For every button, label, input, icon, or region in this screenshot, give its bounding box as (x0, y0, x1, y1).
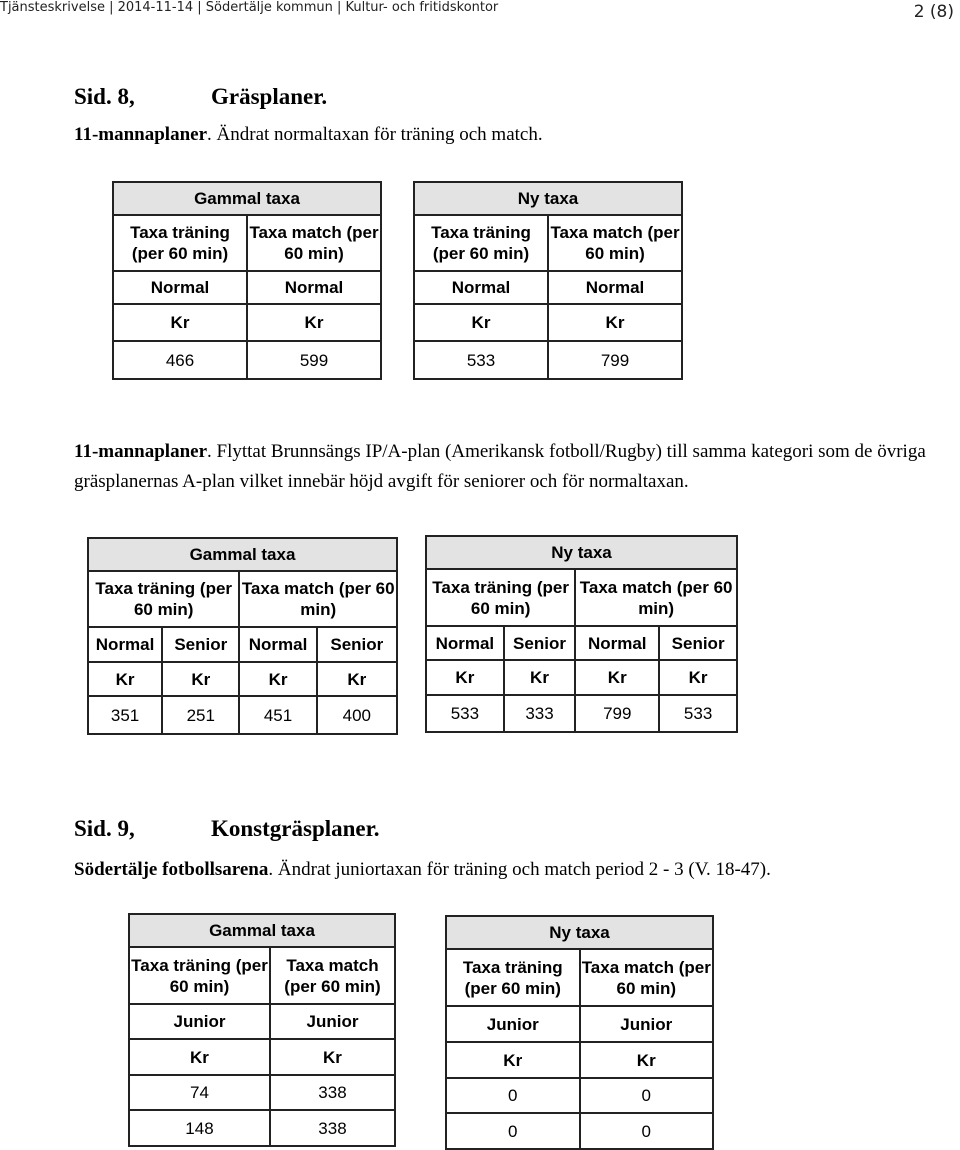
unit-cell: Kr (268, 1038, 397, 1076)
value-cell: 599 (246, 340, 382, 380)
table-s3-new: Ny taxa Taxa träning (per 60 min) Taxa ma… (445, 915, 714, 1150)
intro-bold: Södertälje fotbollsarena (74, 859, 269, 880)
unit-cell: Kr (86, 661, 164, 697)
intro-bold: 11-mannaplaner (74, 124, 208, 145)
value-cell: 466 (112, 340, 248, 380)
table-s3-old: Gammal taxa Taxa träning (per 60 min) Tax… (128, 913, 397, 1147)
section1-intro: 11-mannaplaner. Ändrat normaltaxan för t… (74, 124, 543, 146)
category-cell: Senior (502, 625, 577, 661)
value-cell: 251 (161, 695, 241, 735)
page-number: 2 (8) (913, 2, 954, 22)
unit-cell: Kr (246, 303, 382, 342)
table-title: Gammal taxa (112, 181, 382, 216)
category-cell: Junior (445, 1005, 581, 1043)
col-header: Taxa träning (per 60 min) (112, 214, 248, 272)
table-title: Ny taxa (445, 915, 714, 950)
table-title: Ny taxa (413, 181, 683, 216)
table-title: Gammal taxa (87, 537, 398, 572)
col-header: Taxa träning (per 60 min) (424, 568, 577, 627)
col-header: Taxa match (per 60 min) (268, 946, 397, 1005)
section-sid-9: Sid. 9, (74, 816, 135, 841)
table-s1-old: Gammal taxa Taxa träning (per 60 min) Tax… (112, 181, 382, 380)
col-header: Taxa träning (per 60 min) (413, 214, 549, 272)
unit-cell: Kr (574, 659, 661, 696)
value-cell: 338 (268, 1074, 397, 1111)
category-cell: Normal (86, 626, 164, 663)
table-title: Ny taxa (425, 535, 738, 570)
intro-bold: 11-mannaplaner (74, 441, 208, 462)
unit-cell: Kr (413, 303, 549, 342)
unit-cell: Kr (578, 1041, 714, 1079)
category-cell: Junior (578, 1005, 714, 1043)
col-header: Taxa träning (per 60 min) (86, 570, 241, 628)
category-cell: Senior (161, 626, 241, 663)
section-sid-8: Sid. 8, (74, 84, 135, 109)
value-cell: 74 (128, 1074, 271, 1111)
value-cell: 0 (578, 1077, 714, 1114)
value-cell: 533 (425, 694, 505, 733)
value-cell: 333 (502, 694, 577, 733)
table-s2-old: Gammal taxa Taxa träning (per 60 min) Tax… (86, 537, 399, 735)
value-cell: 0 (445, 1112, 581, 1150)
table-title: Gammal taxa (128, 913, 396, 948)
intro-text: . Ändrat juniortaxan för träning och mat… (268, 859, 771, 880)
section-title-grasplaner: Gräsplaner. (211, 84, 328, 109)
unit-cell: Kr (128, 1038, 271, 1076)
unit-cell: Kr (547, 303, 683, 342)
intro-text: . Ändrat normaltaxan för träning och mat… (207, 124, 543, 145)
unit-cell: Kr (315, 661, 399, 697)
table-s2-new: Ny taxa Taxa träning (per 60 min) Taxa ma… (424, 535, 738, 733)
col-header: Taxa match (per 60 min) (246, 214, 382, 272)
category-cell: Normal (112, 270, 248, 305)
col-header: Taxa träning (per 60 min) (445, 948, 581, 1007)
value-cell: 0 (445, 1077, 581, 1114)
category-cell: Normal (238, 626, 318, 663)
unit-cell: Kr (658, 659, 738, 696)
category-cell: Normal (547, 270, 683, 305)
col-header: Taxa match (per 60 min) (578, 948, 714, 1007)
document-header: Tjänsteskrivelse | 2014-11-14 | Södertäl… (0, 0, 499, 15)
category-cell: Junior (268, 1003, 397, 1040)
section3-intro: Södertälje fotbollsarena. Ändrat juniort… (74, 859, 771, 881)
unit-cell: Kr (425, 659, 505, 696)
category-cell: Normal (413, 270, 549, 305)
value-cell: 400 (315, 695, 399, 735)
value-cell: 533 (413, 340, 549, 380)
unit-cell: Kr (502, 659, 577, 696)
value-cell: 338 (268, 1109, 397, 1147)
category-cell: Senior (315, 626, 399, 663)
category-cell: Junior (128, 1003, 271, 1040)
category-cell: Normal (574, 625, 661, 661)
unit-cell: Kr (161, 661, 241, 697)
unit-cell: Kr (112, 303, 248, 342)
section-title-konstgrasplaner: Konstgräsplaner. (211, 816, 380, 841)
unit-cell: Kr (445, 1041, 581, 1079)
value-cell: 533 (658, 694, 738, 733)
col-header: Taxa match (per 60 min) (547, 214, 683, 272)
col-header: Taxa match (per 60 min) (238, 570, 398, 628)
value-cell: 0 (578, 1112, 714, 1150)
value-cell: 148 (128, 1109, 271, 1147)
table-s1-new: Ny taxa Taxa träning (per 60 min) Taxa ma… (413, 181, 683, 380)
value-cell: 451 (238, 695, 318, 735)
category-cell: Normal (425, 625, 505, 661)
category-cell: Senior (658, 625, 738, 661)
col-header: Taxa träning (per 60 min) (128, 946, 271, 1005)
col-header: Taxa match (per 60 min) (574, 568, 738, 627)
value-cell: 799 (547, 340, 683, 380)
value-cell: 351 (86, 695, 164, 735)
unit-cell: Kr (238, 661, 318, 697)
section2-intro: 11-mannaplaner. Flyttat Brunnsängs IP/A-… (74, 437, 944, 497)
value-cell: 799 (574, 694, 661, 733)
category-cell: Normal (246, 270, 382, 305)
